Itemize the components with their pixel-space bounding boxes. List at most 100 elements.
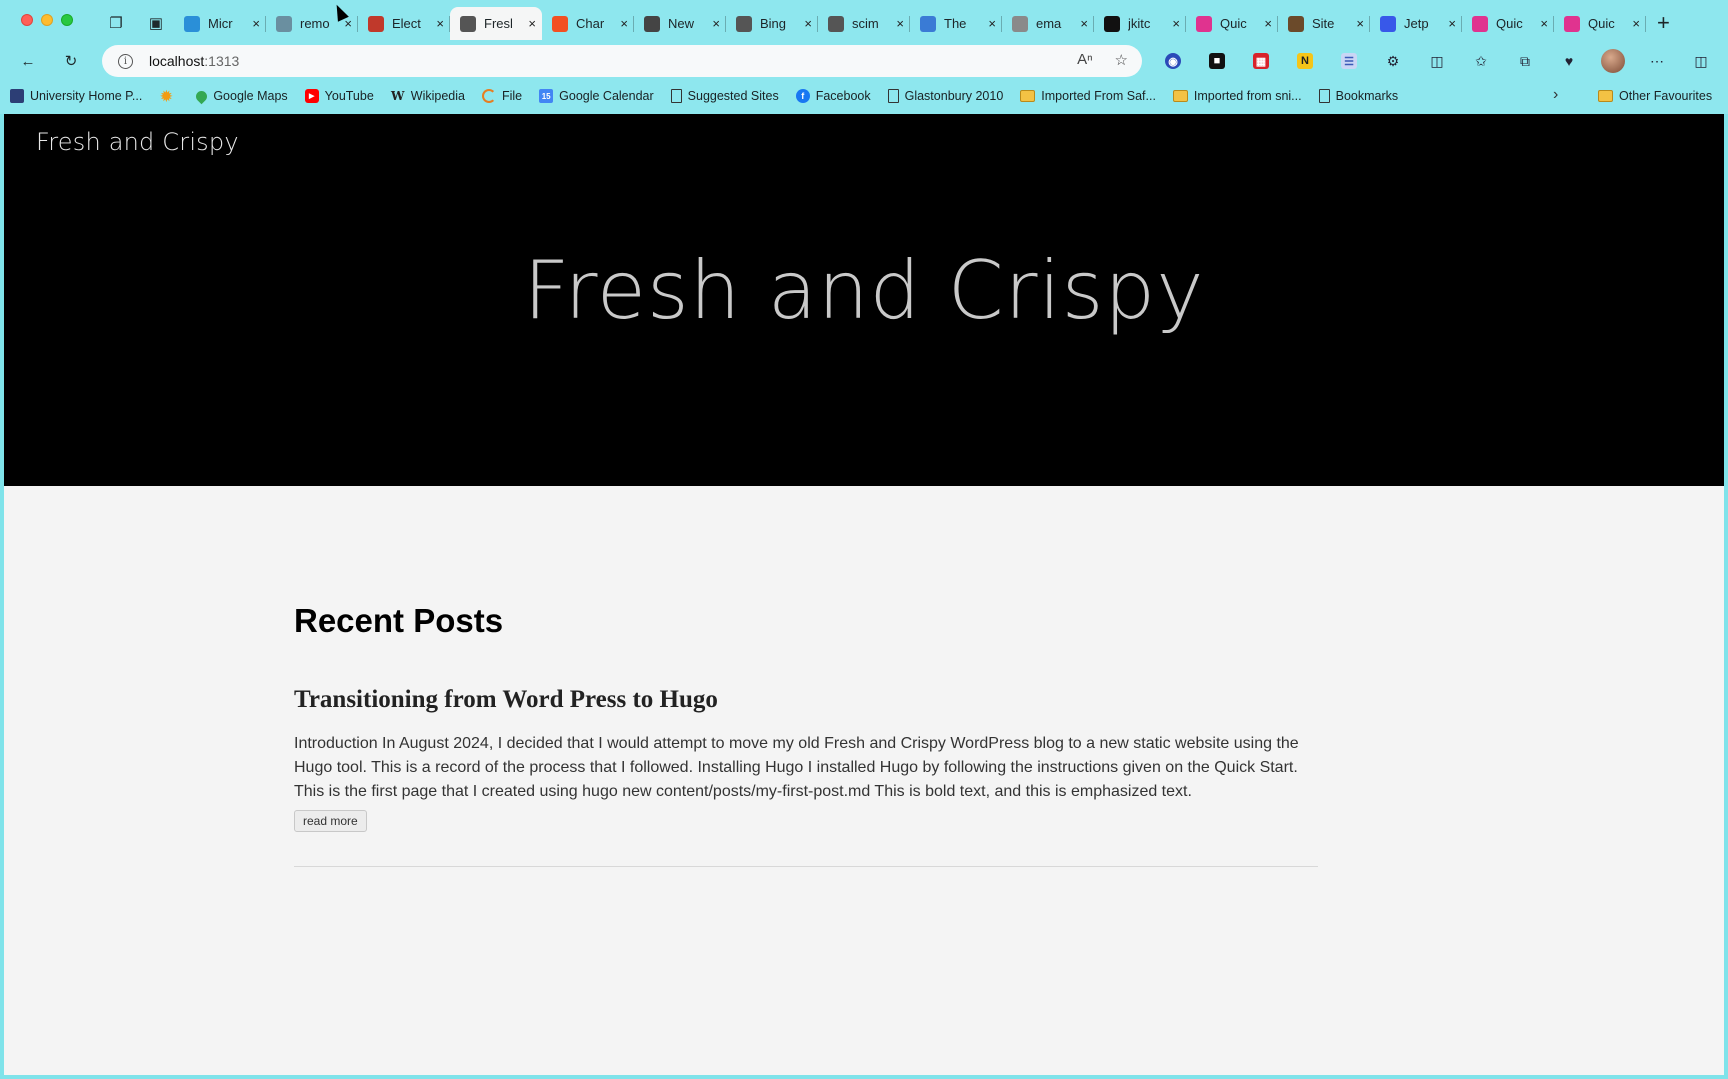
minimize-window-button[interactable] (41, 14, 53, 26)
close-tab-icon[interactable]: × (252, 16, 260, 31)
bookmark-item[interactable]: W Wikipedia (391, 89, 465, 103)
bookmark-label: Bookmarks (1335, 89, 1399, 103)
close-tab-icon[interactable]: × (1264, 16, 1272, 31)
read-aloud-icon[interactable]: Aⁿ (1077, 51, 1092, 69)
site-info-icon[interactable]: i (118, 53, 133, 69)
split-screen-icon[interactable]: ◫ (1424, 48, 1450, 74)
bookmark-item[interactable]: ▶ YouTube (304, 89, 374, 103)
grid-extension-icon[interactable]: ▦ (1248, 48, 1274, 74)
bookmark-item[interactable]: Bookmarks (1318, 89, 1399, 103)
bookmark-label: University Home P... (30, 89, 143, 103)
window-controls (21, 14, 73, 26)
close-tab-icon[interactable]: × (988, 16, 996, 31)
browser-tab[interactable]: Fresl × (450, 7, 542, 40)
zoom-window-button[interactable] (61, 14, 73, 26)
url-port: :1313 (204, 53, 240, 69)
bookmark-item[interactable]: University Home P... (10, 89, 142, 103)
browser-essentials-icon[interactable]: ♥ (1556, 48, 1582, 74)
more-menu-icon[interactable]: ⋯ (1644, 48, 1670, 74)
extensions-puzzle-icon[interactable]: ⚙ (1380, 48, 1406, 74)
post-summary: Introduction In August 2024, I decided t… (294, 735, 1299, 800)
calendar-icon: 15 (539, 89, 554, 103)
address-bar[interactable]: i localhost:1313 Aⁿ ☆ (102, 45, 1142, 77)
page-icon (460, 15, 476, 32)
close-tab-icon[interactable]: × (1448, 16, 1456, 31)
browser-tab[interactable]: Quic × (1186, 7, 1278, 40)
document-extension-icon[interactable]: ☰ (1336, 48, 1362, 74)
folder-icon (1172, 90, 1188, 102)
tab-title: scim (852, 16, 879, 31)
hugo-icon (1196, 15, 1212, 32)
bookmark-item[interactable]: ✹ (159, 87, 179, 104)
site-brand-link[interactable]: Fresh and Crispy (36, 128, 239, 156)
square-extension-icon[interactable]: ■ (1204, 48, 1230, 74)
browser-tab[interactable]: jkitc × (1094, 7, 1186, 40)
close-tab-icon[interactable]: × (1540, 16, 1548, 31)
close-tab-icon[interactable]: × (1632, 16, 1640, 31)
browser-tab[interactable]: Bing × (726, 7, 818, 40)
close-tab-icon[interactable]: × (1356, 16, 1364, 31)
browser-tab[interactable]: New × (634, 7, 726, 40)
close-window-button[interactable] (21, 14, 33, 26)
read-more-button[interactable]: read more (294, 810, 367, 832)
bookmark-item[interactable]: File (481, 89, 522, 103)
bookmark-item[interactable]: Google Maps (194, 88, 288, 104)
browser-tab[interactable]: Char × (542, 7, 634, 40)
new-tab-button[interactable]: + (1657, 10, 1670, 36)
sun-icon: ✹ (160, 87, 173, 104)
browser-chrome: ❐ ▣ Micr × remo × Elect × Fresl × Char × New × Bing ×… (0, 0, 1728, 114)
close-tab-icon[interactable]: × (1080, 16, 1088, 31)
close-tab-icon[interactable]: × (712, 16, 720, 31)
section-title: Recent Posts (294, 602, 504, 639)
browser-tab[interactable]: Jetp × (1370, 7, 1462, 40)
close-tab-icon[interactable]: × (344, 16, 352, 31)
microsoft-icon (552, 15, 568, 32)
tab-title: ema (1036, 16, 1062, 31)
tab-title: jkitc (1128, 16, 1151, 31)
bookmark-label: Imported from sni... (1193, 89, 1302, 103)
bookmark-item[interactable]: Suggested Sites (670, 89, 779, 103)
tab-title: New (668, 16, 695, 31)
bookmark-item[interactable]: Imported from sni... (1172, 89, 1302, 103)
folder-icon (1598, 90, 1613, 102)
close-tab-icon[interactable]: × (620, 16, 628, 31)
browser-tab[interactable]: The × (910, 7, 1002, 40)
browser-tab[interactable]: ema × (1002, 7, 1094, 40)
tab-title: The (944, 16, 967, 31)
close-tab-icon[interactable]: × (804, 16, 812, 31)
browser-tab[interactable]: Quic × (1462, 7, 1554, 40)
sidebar-toggle-icon[interactable]: ◫ (1688, 48, 1714, 74)
browser-tab[interactable]: Micr × (174, 7, 266, 40)
reload-icon[interactable]: ↻ (58, 48, 84, 74)
collections-icon[interactable]: ⧉ (1512, 48, 1538, 74)
bookmark-label: Suggested Sites (687, 89, 779, 103)
browser-tab[interactable]: Site × (1278, 7, 1370, 40)
toolbar: ← ↻ i localhost:1313 Aⁿ ☆ ◉ ■ ▦ N ☰ ⚙ ◫ … (0, 44, 1728, 78)
bookmark-item[interactable]: f Facebook (795, 89, 871, 103)
tab-actions-icon[interactable]: ▣ (143, 10, 169, 36)
browser-tab[interactable]: Quic × (1554, 7, 1646, 40)
bookmark-item[interactable]: 15 Google Calendar (539, 89, 654, 103)
close-tab-icon[interactable]: × (436, 16, 444, 31)
browser-tab[interactable]: scim × (818, 7, 910, 40)
tab-title: Quic (1588, 16, 1615, 31)
close-tab-icon[interactable]: × (1172, 16, 1180, 31)
back-icon[interactable]: ← (15, 48, 41, 74)
wikipedia-icon: W (391, 89, 405, 103)
workspaces-icon[interactable]: ❐ (103, 10, 129, 36)
bookmark-label: Wikipedia (410, 89, 465, 103)
tab-title: Quic (1496, 16, 1523, 31)
browser-tab[interactable]: Elect × (358, 7, 450, 40)
n-extension-icon[interactable]: N (1292, 48, 1318, 74)
close-tab-icon[interactable]: × (528, 16, 536, 31)
bookmark-item[interactable]: Glastonbury 2010 (887, 89, 1003, 103)
profile-avatar[interactable] (1600, 48, 1626, 74)
chevron-right-icon[interactable]: › (1553, 86, 1558, 104)
post-title-link[interactable]: Transitioning from Word Press to Hugo (294, 686, 1318, 714)
bookmark-item[interactable]: Imported From Saf... (1020, 89, 1156, 103)
other-favourites-folder[interactable]: Other Favourites (1598, 83, 1712, 109)
close-tab-icon[interactable]: × (896, 16, 904, 31)
favorite-star-icon[interactable]: ☆ (1115, 51, 1128, 69)
password-manager-icon[interactable]: ◉ (1160, 48, 1186, 74)
favorites-icon[interactable]: ✩ (1468, 48, 1494, 74)
